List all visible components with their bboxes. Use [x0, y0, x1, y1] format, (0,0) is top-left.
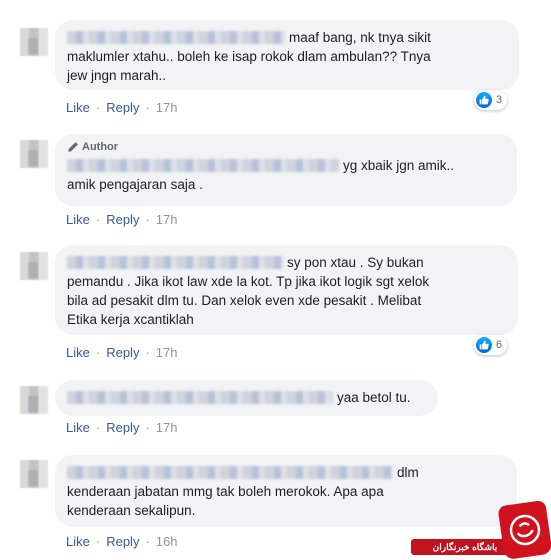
comment-text-line: yaa betol tu. [67, 388, 426, 407]
like-link[interactable]: Like [66, 100, 90, 115]
commenter-name-redacted[interactable] [67, 256, 283, 269]
reply-link[interactable]: Reply [106, 534, 139, 549]
timestamp[interactable]: 17h [156, 345, 178, 360]
watermark: باشگاه خبرنگاران [411, 495, 551, 560]
reaction-count[interactable]: 6 [474, 335, 508, 355]
reaction-number: 3 [496, 94, 503, 106]
comment-text-line: dlm [67, 463, 505, 482]
comment-text: yaa betol tu. [337, 390, 411, 405]
commenter-name-redacted[interactable] [67, 466, 393, 479]
commenter-name-redacted[interactable] [67, 391, 333, 404]
reaction-number: 6 [496, 339, 503, 351]
like-link[interactable]: Like [66, 345, 90, 360]
avatar[interactable] [20, 386, 48, 414]
separator: · [95, 345, 101, 360]
comment-text-line: pemandu . Jika ikot law xde la kot. Tp j… [67, 274, 430, 289]
like-link[interactable]: Like [66, 212, 90, 227]
commenter-name-redacted[interactable] [67, 159, 339, 172]
reaction-count[interactable]: 3 [474, 90, 508, 110]
comment-text-line: maklumler xtahu.. boleh ke isap rokok dl… [67, 49, 431, 64]
comment-text-line: sy pon xtau . Sy bukan [67, 253, 506, 272]
comment-bubble: maaf bang, nk tnya sikit maklumler xtahu… [55, 20, 519, 90]
avatar[interactable] [20, 252, 48, 280]
separator: · [145, 420, 150, 435]
comment-text-line: maaf bang, nk tnya sikit [67, 28, 507, 47]
timestamp[interactable]: 16h [156, 534, 178, 549]
pencil-icon [68, 142, 78, 152]
like-reaction-icon [476, 337, 492, 353]
comment-text: dlm [397, 465, 419, 480]
comment-text-line: jew jngn marah.. [67, 68, 167, 83]
watermark-logo-icon [497, 499, 551, 560]
separator: · [95, 534, 101, 549]
reply-link[interactable]: Reply [106, 100, 139, 115]
separator: · [95, 100, 101, 115]
separator: · [145, 212, 150, 227]
reply-link[interactable]: Reply [106, 420, 139, 435]
comment-bubble: yaa betol tu. [55, 380, 438, 416]
comment-text: maaf bang, nk tnya sikit [289, 30, 431, 45]
separator: · [145, 100, 150, 115]
comment-actions: Like · Reply · 17h [66, 100, 178, 115]
comment-text-line: amik pengajaran saja . [67, 177, 203, 192]
like-link[interactable]: Like [66, 420, 90, 435]
comment-actions: Like · Reply · 17h [66, 212, 178, 227]
timestamp[interactable]: 17h [156, 100, 178, 115]
comment-text: sy pon xtau . Sy bukan [287, 255, 424, 270]
author-badge: Author [67, 140, 505, 154]
separator: · [145, 345, 150, 360]
separator: · [95, 420, 101, 435]
comment-actions: Like · Reply · 17h [66, 345, 178, 360]
comment-actions: Like · Reply · 17h [66, 420, 178, 435]
like-link[interactable]: Like [66, 534, 90, 549]
author-label: Author [82, 141, 119, 153]
comment-text: yg xbaik jgn amik.. [343, 158, 455, 173]
separator: · [95, 212, 101, 227]
reply-link[interactable]: Reply [106, 212, 139, 227]
comment-actions: Like · Reply · 16h [66, 534, 178, 549]
separator: · [145, 534, 150, 549]
avatar[interactable] [20, 140, 48, 168]
avatar[interactable] [20, 460, 48, 488]
like-reaction-icon [476, 92, 492, 108]
reply-link[interactable]: Reply [106, 345, 139, 360]
comment-bubble: Author yg xbaik jgn amik.. amik pengajar… [55, 134, 517, 206]
comment-text-line: Etika kerja xcantiklah [67, 312, 194, 327]
comment-bubble: sy pon xtau . Sy bukan pemandu . Jika ik… [55, 245, 518, 335]
commenter-name-redacted[interactable] [67, 31, 285, 44]
timestamp[interactable]: 17h [156, 212, 178, 227]
timestamp[interactable]: 17h [156, 420, 178, 435]
comment-text-line: yg xbaik jgn amik.. [67, 156, 505, 175]
comment-text-line: bila ad pesakit dlm tu. Dan xelok even x… [67, 293, 422, 308]
avatar[interactable] [20, 28, 48, 56]
